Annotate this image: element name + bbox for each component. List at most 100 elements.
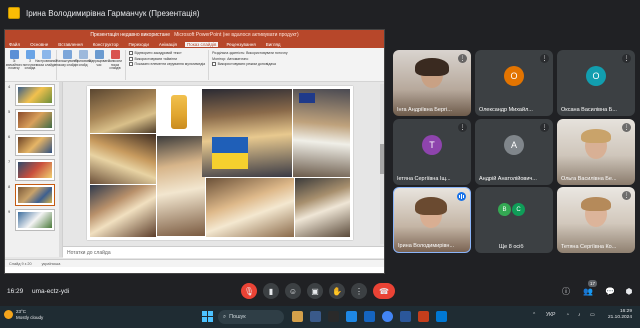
- shared-screen[interactable]: Презентація недавно використане Microsof…: [4, 29, 385, 274]
- slide-scrollbar[interactable]: [380, 84, 384, 244]
- checkbox[interactable]: [129, 62, 133, 66]
- wifi-icon[interactable]: ◔: [566, 312, 569, 318]
- tab-animations[interactable]: Анімація: [157, 42, 179, 47]
- participant-tile[interactable]: Т Іетяна Сергіївна Іщ... ⋮: [393, 119, 471, 185]
- current-slide[interactable]: [87, 86, 353, 240]
- weather-widget[interactable]: 23°C Mostly cloudy: [4, 309, 43, 320]
- rehearse-timings-button[interactable]: Відпрацювати час: [89, 50, 109, 80]
- chat-icon[interactable]: 💬: [605, 286, 615, 296]
- taskbar-clock[interactable]: 16:29 21.10.2024: [608, 309, 632, 321]
- scroll-thumb[interactable]: [380, 144, 384, 174]
- thumbnail-item[interactable]: 8: [8, 184, 55, 206]
- slide-photo: [157, 89, 201, 135]
- more-options-icon[interactable]: ⋮: [540, 54, 549, 63]
- notes-field[interactable]: Нотатки до слайда: [63, 246, 384, 258]
- participant-tile[interactable]: О Оксана Василівна Б... ⋮: [557, 50, 635, 116]
- tray-chevron-icon[interactable]: ⌃: [532, 312, 536, 318]
- checkbox[interactable]: [212, 62, 217, 66]
- taskbar-search[interactable]: ⌕ Пошук: [218, 310, 284, 324]
- presenter-title: Ірина Володимирівна Гарманчук (Презентац…: [26, 8, 200, 18]
- more-options-button[interactable]: ⋮: [351, 283, 367, 299]
- tab-slideshow[interactable]: Показ слайдів: [184, 41, 219, 47]
- thumbnail-item[interactable]: 7: [8, 159, 55, 181]
- option-presenter-view[interactable]: Використовувати режим доповідача: [212, 62, 287, 66]
- volume-icon[interactable]: ♪: [578, 312, 581, 318]
- file-explorer-icon[interactable]: [292, 311, 303, 322]
- participant-tile-speaking[interactable]: Ірина Володимирівн...: [393, 187, 471, 253]
- checkbox[interactable]: [129, 51, 133, 55]
- participant-tile[interactable]: О Олександр Михайл... ⋮: [475, 50, 553, 116]
- language-indicator[interactable]: УКР: [546, 312, 555, 318]
- camera-button[interactable]: ▮: [263, 283, 279, 299]
- windows-start-icon[interactable]: [202, 311, 213, 322]
- checkbox[interactable]: [129, 56, 133, 61]
- setup-show-button[interactable]: Налаштування показу слайдів: [56, 50, 78, 80]
- weather-desc: Mostly cloudy: [16, 314, 44, 320]
- slide-thumbnail[interactable]: [15, 209, 55, 231]
- mic-off-button[interactable]: 🎙: [241, 283, 257, 299]
- thumbnail-item[interactable]: 6: [8, 134, 55, 156]
- participant-tile[interactable]: Тетяна Сергіївна Ко... ⋮: [557, 187, 635, 253]
- thumbnail-item[interactable]: 9: [8, 209, 55, 231]
- participant-tile[interactable]: Ольга Василівна Бе... ⋮: [557, 119, 635, 185]
- participant-tile[interactable]: А Андрій Анатолійович... ⋮: [475, 119, 553, 185]
- task-view-icon[interactable]: [310, 311, 321, 322]
- tab-design[interactable]: Конструктор: [91, 42, 121, 47]
- battery-icon[interactable]: ▭: [590, 312, 595, 318]
- tab-transitions[interactable]: Переходи: [126, 42, 150, 47]
- people-icon[interactable]: 👥: [583, 286, 593, 296]
- tab-home[interactable]: Основне: [28, 42, 50, 47]
- slide-thumbnail-selected[interactable]: [15, 184, 55, 206]
- more-options-icon[interactable]: ⋮: [622, 54, 631, 63]
- more-options-icon[interactable]: ⋮: [622, 191, 631, 200]
- option-timings[interactable]: Використовувати таймінги: [129, 56, 205, 61]
- option-resolution[interactable]: Роздільна здатність: Використовувати пот…: [212, 51, 287, 55]
- captions-button[interactable]: ☺: [285, 283, 301, 299]
- thumbnail-item[interactable]: 5: [8, 109, 55, 131]
- app-icon[interactable]: [328, 311, 339, 322]
- avatar: В: [498, 203, 511, 216]
- slide-thumbnail[interactable]: [15, 109, 55, 131]
- activities-icon[interactable]: ⬢: [624, 286, 634, 296]
- slide-thumbnail[interactable]: [15, 84, 55, 106]
- participant-tile-more[interactable]: В С Ще 8 осіб: [475, 187, 553, 253]
- slide-thumbnail[interactable]: [15, 159, 55, 181]
- search-placeholder: Пошук: [229, 314, 246, 320]
- option-monitor[interactable]: Монітор: Автоматично: [212, 57, 287, 61]
- more-options-icon[interactable]: ⋮: [540, 123, 549, 132]
- tab-view[interactable]: Вигляд: [264, 42, 283, 47]
- slide-thumbnails: 4 5 6 7 8 9: [5, 82, 63, 257]
- option-media-controls[interactable]: Показати елементи керування мультимедіа: [129, 62, 205, 66]
- tab-insert[interactable]: Вставлення: [56, 42, 85, 47]
- chrome-icon[interactable]: [382, 311, 393, 322]
- powerpoint-icon[interactable]: [418, 311, 429, 322]
- more-options-icon[interactable]: ⋮: [622, 123, 631, 132]
- slide-thumbnail[interactable]: [15, 134, 55, 156]
- avatar: О: [586, 66, 606, 86]
- edge-icon[interactable]: [346, 311, 357, 322]
- camera-icon: ▮: [268, 286, 274, 296]
- ukraine-flag-icon: [212, 137, 248, 169]
- present-button[interactable]: ▣: [307, 283, 323, 299]
- participant-name: Тетяна Сергіївна Ко...: [561, 244, 617, 250]
- participant-tile[interactable]: Інга Андріївна Бергі... ⋮: [393, 50, 471, 116]
- slide-photo: [90, 134, 156, 184]
- raise-hand-button[interactable]: ✋: [329, 283, 345, 299]
- from-beginning-button[interactable]: Зі звичайного початку: [6, 50, 22, 80]
- record-show-button[interactable]: Записати показ слайдів: [108, 50, 122, 80]
- ppt-title: Презентація недавно використане: [90, 32, 171, 38]
- thumbnails-scrollbar[interactable]: [59, 82, 62, 257]
- option-narrations[interactable]: Відтворити закадровий текст: [129, 51, 205, 55]
- participant-name: Ірина Володимирівн...: [398, 243, 455, 249]
- weather-icon: [4, 310, 13, 319]
- tab-file[interactable]: Файл: [7, 42, 22, 47]
- store-icon[interactable]: [364, 311, 375, 322]
- tab-review[interactable]: Рецензування: [224, 42, 257, 47]
- info-icon[interactable]: ⓘ: [561, 286, 571, 296]
- word-icon[interactable]: [400, 311, 411, 322]
- more-options-icon[interactable]: ⋮: [458, 123, 467, 132]
- leave-call-button[interactable]: ☎: [373, 283, 395, 299]
- thumbnail-item[interactable]: 4: [8, 84, 55, 106]
- outlook-icon[interactable]: [436, 311, 447, 322]
- custom-show-button[interactable]: Настроюваний показ слайдів: [35, 50, 57, 80]
